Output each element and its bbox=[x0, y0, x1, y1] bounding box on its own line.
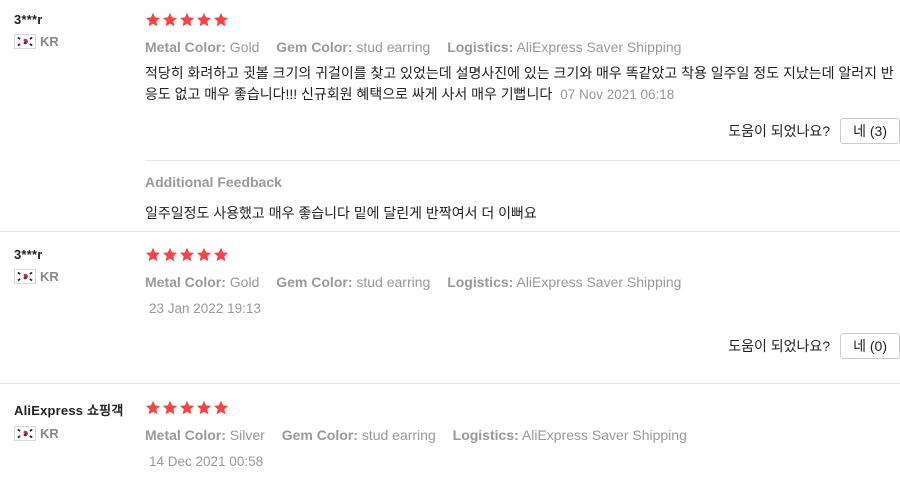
review-body: Metal Color: Gold Gem Color: stud earrin… bbox=[145, 247, 900, 319]
star-icon bbox=[145, 400, 161, 415]
helpful-section: 도움이 되었나요? 네 (0) bbox=[728, 333, 900, 359]
review-date: 07 Nov 2021 06:18 bbox=[560, 87, 675, 102]
star-icon bbox=[162, 247, 178, 262]
attribute-metal-color: Metal Color: Gold bbox=[145, 39, 260, 55]
country-code: KR bbox=[40, 426, 59, 441]
review-text: 23 Jan 2022 19:13 bbox=[145, 298, 900, 319]
country-code: KR bbox=[40, 269, 59, 284]
star-icon bbox=[196, 12, 212, 27]
star-icon bbox=[145, 12, 161, 27]
attribute-gem-color: Gem Color: stud earring bbox=[276, 274, 431, 290]
reviewer-name: 3***r bbox=[14, 12, 43, 27]
helpful-question: 도움이 되었나요? bbox=[728, 338, 831, 354]
divider bbox=[145, 160, 900, 161]
helpful-section: 도움이 되었나요? 네 (3) bbox=[728, 118, 900, 144]
star-icon bbox=[179, 400, 195, 415]
star-rating bbox=[145, 400, 900, 416]
product-attributes: Metal Color: Silver Gem Color: stud earr… bbox=[145, 427, 900, 443]
attribute-logistics: Logistics: AliExpress Saver Shipping bbox=[447, 39, 682, 55]
south-korea-flag-icon bbox=[14, 269, 36, 284]
star-icon bbox=[196, 247, 212, 262]
reviewer-info: 3***r KR bbox=[14, 247, 139, 284]
review-text: 14 Dec 2021 00:58 bbox=[145, 451, 900, 472]
reviewer-country: KR bbox=[14, 269, 139, 284]
reviewer-info: AliExpress 쇼핑객 KR bbox=[14, 400, 139, 441]
star-icon bbox=[179, 247, 195, 262]
attribute-logistics: Logistics: AliExpress Saver Shipping bbox=[452, 427, 687, 443]
south-korea-flag-icon bbox=[14, 426, 36, 441]
review-date: 14 Dec 2021 00:58 bbox=[149, 454, 264, 469]
star-icon bbox=[145, 247, 161, 262]
south-korea-flag-icon bbox=[14, 34, 36, 49]
attribute-metal-color: Metal Color: Silver bbox=[145, 427, 265, 443]
star-rating bbox=[145, 247, 900, 263]
additional-feedback-text: 일주일정도 사용했고 매우 좋습니다 밑에 달린게 반짝여서 더 이뻐요 bbox=[145, 205, 537, 221]
star-icon bbox=[213, 400, 229, 415]
star-rating bbox=[145, 12, 900, 28]
attribute-gem-color: Gem Color: stud earring bbox=[281, 427, 436, 443]
attribute-gem-color: Gem Color: stud earring bbox=[276, 39, 431, 55]
product-attributes: Metal Color: Gold Gem Color: stud earrin… bbox=[145, 39, 900, 55]
reviewer-name: 3***r bbox=[14, 247, 43, 262]
product-attributes: Metal Color: Gold Gem Color: stud earrin… bbox=[145, 274, 900, 290]
star-icon bbox=[213, 12, 229, 27]
review-date: 23 Jan 2022 19:13 bbox=[149, 301, 261, 316]
star-icon bbox=[179, 12, 195, 27]
review-separator bbox=[0, 383, 900, 384]
reviewer-country: KR bbox=[14, 426, 139, 441]
star-icon bbox=[162, 400, 178, 415]
review-text: 적당히 화려하고 귓볼 크기의 귀걸이를 찾고 있었는데 설명사진에 있는 크기… bbox=[145, 63, 900, 105]
additional-feedback-title: Additional Feedback bbox=[145, 174, 282, 190]
country-code: KR bbox=[40, 34, 59, 49]
reviewer-name: AliExpress 쇼핑객 bbox=[14, 403, 124, 418]
review-content: 적당히 화려하고 귓볼 크기의 귀걸이를 찾고 있었는데 설명사진에 있는 크기… bbox=[145, 65, 894, 102]
attribute-logistics: Logistics: AliExpress Saver Shipping bbox=[447, 274, 682, 290]
star-icon bbox=[196, 400, 212, 415]
star-icon bbox=[162, 12, 178, 27]
attribute-metal-color: Metal Color: Gold bbox=[145, 274, 260, 290]
review-body: Metal Color: Gold Gem Color: stud earrin… bbox=[145, 12, 900, 105]
star-icon bbox=[213, 247, 229, 262]
reviewer-country: KR bbox=[14, 34, 139, 49]
helpful-yes-button[interactable]: 네 (0) bbox=[840, 333, 900, 359]
helpful-yes-button[interactable]: 네 (3) bbox=[840, 118, 900, 144]
review-body: Metal Color: Silver Gem Color: stud earr… bbox=[145, 400, 900, 472]
helpful-question: 도움이 되었나요? bbox=[728, 123, 831, 139]
reviewer-info: 3***r KR bbox=[14, 12, 139, 49]
review-separator bbox=[0, 231, 900, 232]
